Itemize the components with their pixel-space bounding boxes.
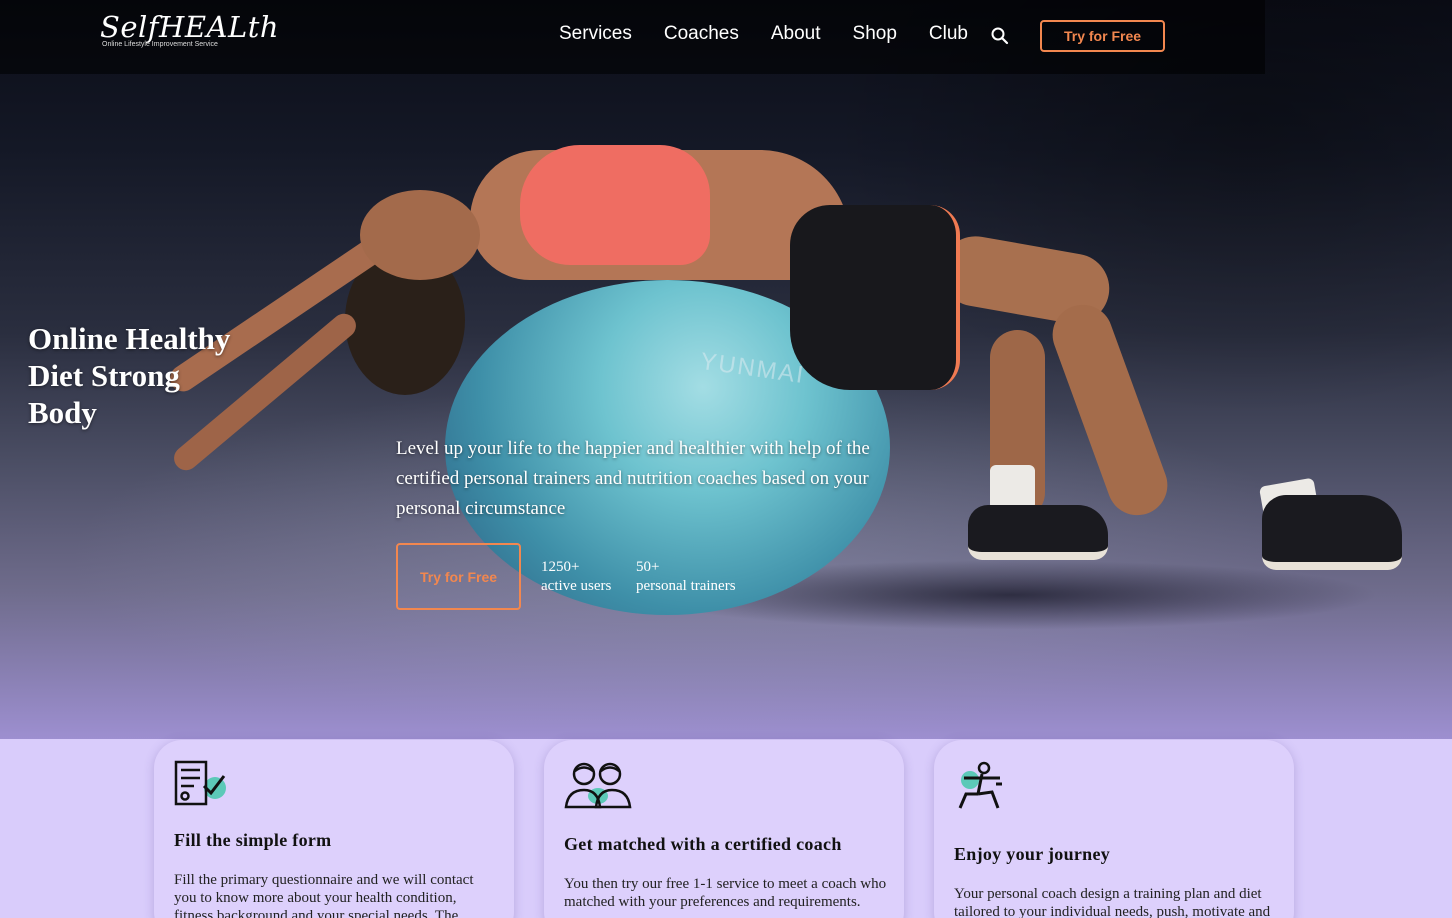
hero-try-free-button[interactable]: Try for Free: [396, 543, 521, 610]
hero-image-head: [360, 190, 480, 280]
brand-logo[interactable]: SelfHEALth Online Lifestyle Improvement …: [100, 10, 279, 48]
nav-item-about[interactable]: About: [771, 23, 821, 45]
stat-label: personal trainers: [636, 578, 736, 594]
hero-description: Level up your life to the happier and he…: [396, 438, 870, 519]
nav-try-free-button[interactable]: Try for Free: [1040, 20, 1165, 52]
stat-value: 1250+: [541, 559, 580, 575]
nav-menu: Services Coaches About Shop Club: [559, 23, 968, 45]
search-icon[interactable]: [990, 26, 1010, 46]
nav-item-coaches[interactable]: Coaches: [664, 23, 739, 45]
step-card-form: Fill the simple form Fill the primary qu…: [154, 740, 514, 918]
hero-title-line: Diet Strong: [28, 358, 180, 393]
brand-name: SelfHEALth: [100, 10, 280, 44]
hero-image-shorts: [790, 205, 960, 390]
hero-title-line: Online Healthy: [28, 321, 231, 356]
hero-image-sports-top: [520, 145, 710, 265]
coach-match-icon: [564, 762, 632, 809]
stat-value: 50+: [636, 559, 660, 575]
nav-item-club[interactable]: Club: [929, 23, 968, 45]
step-text: You then try our free 1-1 service to mee…: [564, 876, 887, 910]
stat-label: active users: [541, 578, 612, 594]
step-text: Your personal coach design a training pl…: [954, 886, 1271, 918]
hero-image-shoe: [968, 505, 1108, 560]
top-navigation: SelfHEALth Online Lifestyle Improvement …: [0, 0, 1265, 74]
step-title: Enjoy your journey: [954, 844, 1111, 864]
hero-image-shoe: [1262, 495, 1402, 570]
step-title: Get matched with a certified coach: [564, 834, 842, 854]
step-card-match: Get matched with a certified coach You t…: [544, 740, 904, 918]
hero-title-line: Body: [28, 395, 97, 430]
stat-active-users: 1250+ active users: [541, 558, 611, 596]
hero-image-sock: [990, 465, 1035, 510]
step-title: Fill the simple form: [174, 830, 332, 850]
exercise-icon: [958, 761, 1002, 809]
step-text: Fill the primary questionnaire and we wi…: [174, 872, 474, 918]
form-check-icon: [174, 760, 226, 806]
stat-personal-trainers: 50+ personal trainers: [636, 558, 736, 596]
nav-item-shop[interactable]: Shop: [853, 23, 897, 45]
nav-item-services[interactable]: Services: [559, 23, 632, 45]
step-card-journey: Enjoy your journey Your personal coach d…: [934, 740, 1294, 918]
hero-title: Online Healthy Diet Strong Body: [28, 320, 268, 431]
hero-section: YUNMAI SelfHEALth Online Lifestyle Impro…: [0, 0, 1452, 739]
